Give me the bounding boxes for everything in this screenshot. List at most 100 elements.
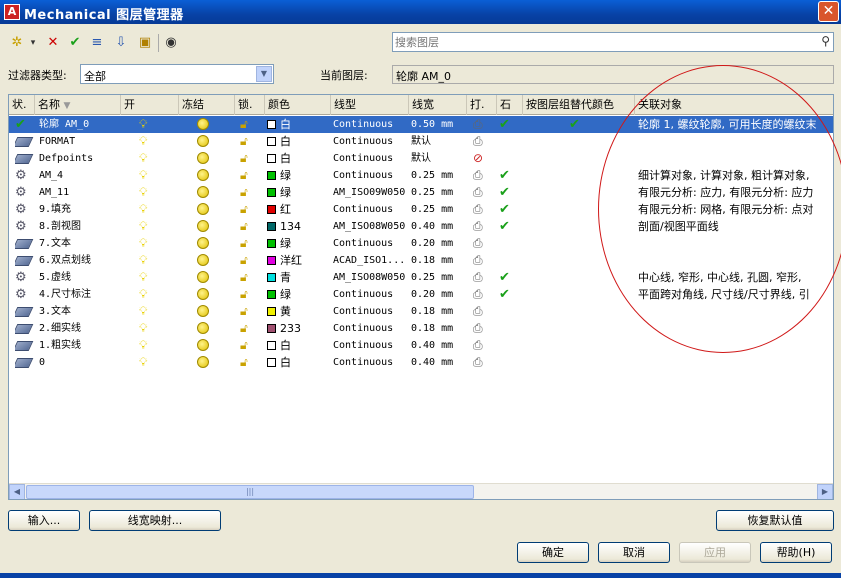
layer-status-cell[interactable] [15,354,35,371]
layer-status-cell[interactable]: ⚙ [15,184,35,201]
table-row[interactable]: ✔ 轮廓 AM_0 💡︎ 🔓︎ 白 Continuous 0.50 mm ⎙ ✔ ✔ 轮廓 1, 螺… [9,116,833,133]
lightbulb-icon[interactable]: 💡︎ [139,134,147,148]
table-row[interactable]: FORMAT 💡︎ 🔓︎ 白 Continuous 默认 ⎙ [9,133,833,150]
plot-check-cell[interactable] [499,235,519,252]
lightbulb-icon[interactable]: 💡︎ [139,270,147,284]
horizontal-scrollbar[interactable]: ◀ ||| ▶ [9,483,833,499]
layer-name[interactable]: 轮廓 AM_0 [39,116,121,133]
filter-type-select[interactable]: 全部 ▼ [80,64,274,84]
unlock-icon[interactable]: 🔓︎ [240,117,248,131]
printer-icon[interactable]: ⎙ [473,117,483,131]
plot-check-cell[interactable]: ✔ [499,201,519,218]
lock-cell[interactable]: 🔓︎ [240,218,260,235]
lock-cell[interactable]: 🔓︎ [240,235,260,252]
col-freeze[interactable]: 冻结 [179,95,235,115]
magnifier-icon[interactable]: ⚲ [821,34,830,48]
plot-check-cell[interactable]: ✔ [499,218,519,235]
lineweight-cell[interactable]: 0.40 mm [411,337,467,354]
color-cell[interactable]: 绿 [267,167,331,184]
linetype-cell[interactable]: AM_ISO09W050 [333,184,409,201]
lightbulb-icon[interactable]: 💡︎ [139,168,147,182]
linetype-cell[interactable]: Continuous [333,320,409,337]
plot-cell[interactable]: ⎙ [473,320,493,337]
lightbulb-icon[interactable]: 💡︎ [139,117,147,131]
color-cell[interactable]: 白 [267,354,331,371]
sun-icon[interactable] [197,356,209,368]
layer-name[interactable]: 3.文本 [39,303,121,320]
layer-status-cell[interactable] [15,252,35,269]
unlock-icon[interactable]: 🔓︎ [240,253,248,267]
lightbulb-icon[interactable]: 💡︎ [139,321,147,335]
layer-status-cell[interactable] [15,320,35,337]
override-color-cell[interactable] [569,269,589,286]
layer-name[interactable]: 7.文本 [39,235,121,252]
lock-cell[interactable]: 🔓︎ [240,269,260,286]
layer-status-cell[interactable] [15,235,35,252]
printer-icon[interactable]: ⎙ [473,168,483,182]
col-color[interactable]: 颜色 [265,95,331,115]
sun-icon[interactable] [197,339,209,351]
on-cell[interactable]: 💡︎ [139,184,159,201]
on-cell[interactable]: 💡︎ [139,286,159,303]
color-cell[interactable]: 绿 [267,235,331,252]
table-row[interactable]: ⚙ 5.虚线 💡︎ 🔓︎ 青 AM_ISO08W050 0.25 mm ⎙ ✔ 中心线, 窄形, … [9,269,833,286]
linetype-cell[interactable]: ACAD_ISO1... [333,252,409,269]
scroll-thumb[interactable]: ||| [26,485,474,499]
override-color-cell[interactable] [569,252,589,269]
col-associated-objects[interactable]: 关联对象 [635,95,833,115]
sun-icon[interactable] [197,288,209,300]
color-cell[interactable]: 白 [267,337,331,354]
table-row[interactable]: ⚙ AM_11 💡︎ 🔓︎ 绿 AM_ISO09W050 0.25 mm ⎙ ✔ 有限元分析: 应… [9,184,833,201]
layer-name[interactable]: 4.尺寸标注 [39,286,121,303]
close-button[interactable]: ✕ [818,1,839,22]
on-cell[interactable]: 💡︎ [139,116,159,133]
layer-name[interactable]: 1.粗实线 [39,337,121,354]
sun-icon[interactable] [197,186,209,198]
sun-icon[interactable] [197,305,209,317]
layer-lock-icon[interactable]: ▣ [136,34,154,52]
plot-check-cell[interactable] [499,133,519,150]
printer-icon[interactable]: ⎙ [473,185,483,199]
freeze-cell[interactable] [197,235,217,252]
linetype-cell[interactable]: Continuous [333,133,409,150]
col-linetype[interactable]: 线型 [331,95,409,115]
color-cell[interactable]: 134 [267,218,331,235]
lineweight-cell[interactable]: 0.40 mm [411,354,467,371]
printer-icon[interactable]: ⎙ [473,338,483,352]
color-cell[interactable]: 绿 [267,286,331,303]
layer-name[interactable]: AM_11 [39,184,121,201]
layer-name[interactable]: FORMAT [39,133,121,150]
import-button[interactable]: 输入... [8,510,80,531]
color-cell[interactable]: 黄 [267,303,331,320]
table-row[interactable]: 1.粗实线 💡︎ 🔓︎ 白 Continuous 0.40 mm ⎙ [9,337,833,354]
unlock-icon[interactable]: 🔓︎ [240,236,248,250]
plot-check-cell[interactable]: ✔ [499,184,519,201]
table-row[interactable]: 3.文本 💡︎ 🔓︎ 黄 Continuous 0.18 mm ⎙ [9,303,833,320]
lock-cell[interactable]: 🔓︎ [240,167,260,184]
lock-cell[interactable]: 🔓︎ [240,133,260,150]
lightbulb-icon[interactable]: 💡︎ [139,355,147,369]
color-cell[interactable]: 白 [267,133,331,150]
plot-cell[interactable]: ⎙ [473,184,493,201]
plot-cell[interactable]: ⊘ [473,150,493,167]
lineweight-cell[interactable]: 0.40 mm [411,218,467,235]
col-lock[interactable]: 锁. [235,95,265,115]
freeze-cell[interactable] [197,116,217,133]
printer-icon[interactable]: ⎙ [473,202,483,216]
plot-cell[interactable]: ⎙ [473,303,493,320]
unlock-icon[interactable]: 🔓︎ [240,168,248,182]
unlock-icon[interactable]: 🔓︎ [240,338,248,352]
linetype-cell[interactable]: Continuous [333,116,409,133]
lock-cell[interactable]: 🔓︎ [240,286,260,303]
search-box[interactable]: ⚲ [392,32,834,52]
freeze-cell[interactable] [197,184,217,201]
override-color-cell[interactable] [569,218,589,235]
lineweight-cell[interactable]: 0.25 mm [411,269,467,286]
printer-icon[interactable]: ⎙ [473,287,483,301]
sun-icon[interactable] [197,237,209,249]
plot-check-cell[interactable] [499,354,519,371]
unlock-icon[interactable]: 🔓︎ [240,355,248,369]
col-plot-check[interactable]: 石 [497,95,523,115]
on-cell[interactable]: 💡︎ [139,337,159,354]
override-color-cell[interactable] [569,167,589,184]
